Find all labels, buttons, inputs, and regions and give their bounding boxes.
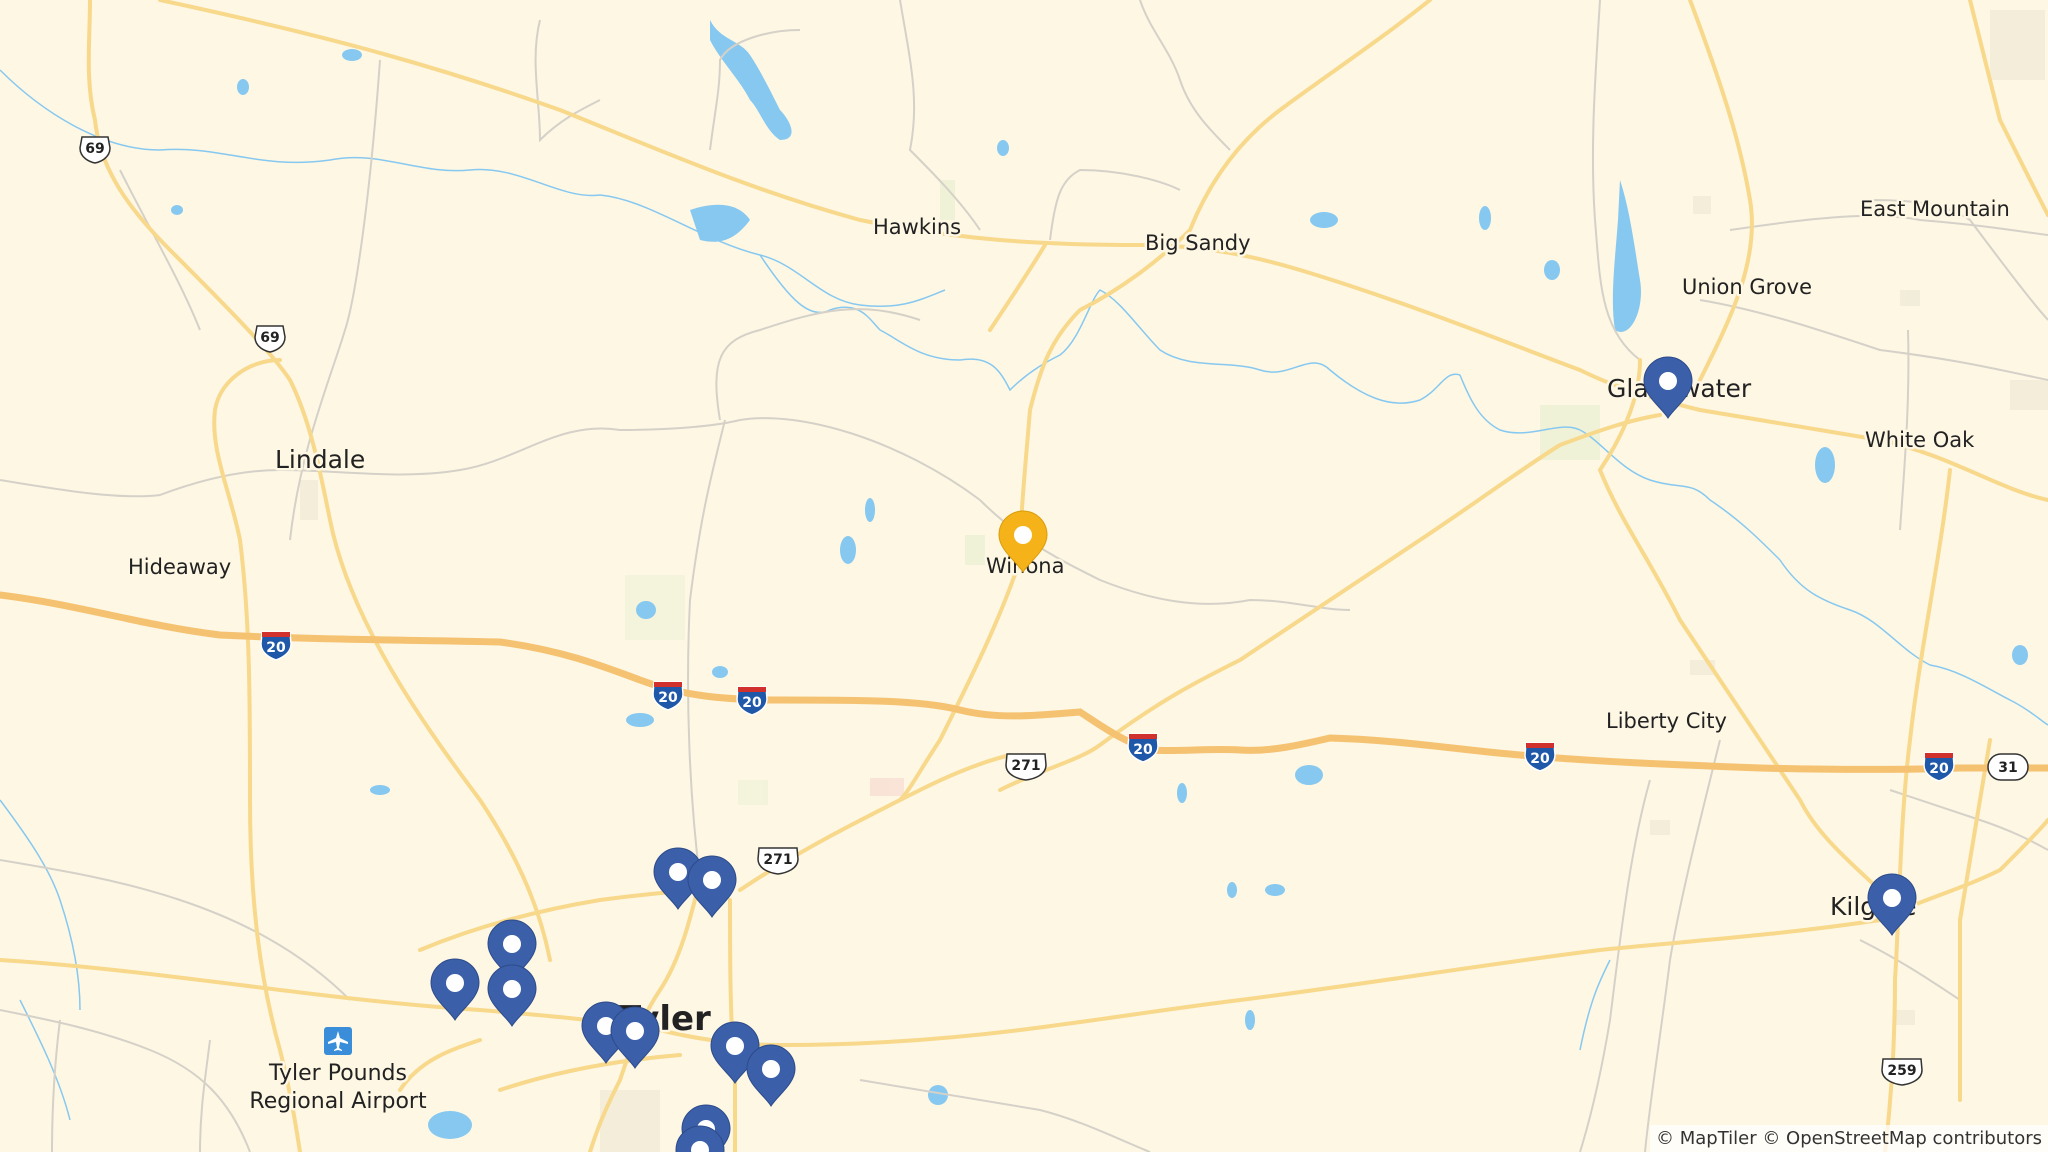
svg-text:20: 20 <box>1133 742 1153 758</box>
svg-text:20: 20 <box>1929 761 1949 777</box>
label-union-grove: Union Grove <box>1682 275 1812 299</box>
svg-text:20: 20 <box>742 695 762 711</box>
label-lindale: Lindale <box>275 445 365 474</box>
map-canvas[interactable]: 69 69 20 20 20 20 20 20 271 271 259 31 H… <box>0 0 2048 1152</box>
svg-text:20: 20 <box>658 690 678 706</box>
label-airport-line1: Tyler Pounds <box>268 1061 407 1086</box>
us259-shield: 259 <box>1881 1058 1923 1086</box>
svg-text:259: 259 <box>1887 1063 1916 1079</box>
label-east-mountain: East Mountain <box>1860 197 2010 221</box>
svg-text:271: 271 <box>1011 758 1040 774</box>
svg-text:31: 31 <box>1998 760 2017 776</box>
label-airport-line2: Regional Airport <box>249 1089 427 1114</box>
us271-shield-2: 271 <box>757 847 799 875</box>
label-big-sandy: Big Sandy <box>1145 231 1251 255</box>
svg-text:69: 69 <box>260 330 279 346</box>
svg-text:20: 20 <box>1530 751 1550 767</box>
map-attribution[interactable]: © MapTiler © OpenStreetMap contributors <box>1649 1125 2048 1152</box>
label-liberty-city: Liberty City <box>1606 709 1727 733</box>
label-white-oak: White Oak <box>1865 428 1975 452</box>
svg-text:271: 271 <box>763 852 792 868</box>
tx31-shield: 31 <box>1987 753 2029 781</box>
svg-text:20: 20 <box>266 640 286 656</box>
label-hideaway: Hideaway <box>128 555 231 579</box>
us271-shield-1: 271 <box>1005 753 1047 781</box>
airport-icon <box>324 1027 352 1055</box>
label-hawkins: Hawkins <box>873 215 961 239</box>
svg-text:69: 69 <box>85 141 104 157</box>
